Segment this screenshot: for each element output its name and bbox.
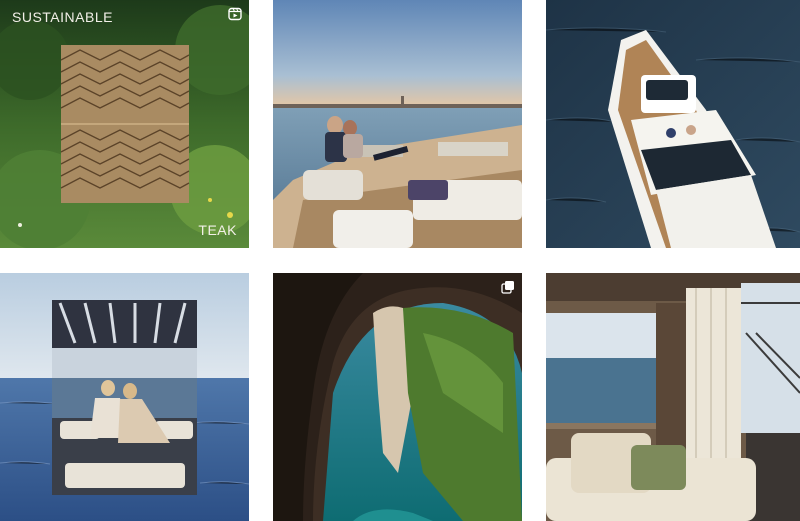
post-1-caption-top: SUSTAINABLE [12, 9, 113, 25]
post-2-image [273, 0, 522, 248]
grid-post-5[interactable] [273, 273, 522, 521]
grid-post-3[interactable] [546, 0, 800, 248]
grid-post-4[interactable] [0, 273, 249, 521]
post-1-image [0, 0, 249, 248]
post-5-image [273, 273, 522, 521]
post-4-image [0, 273, 249, 521]
grid-post-6[interactable] [546, 273, 800, 521]
post-6-image [546, 273, 800, 521]
post-1-caption-bottom: TEAK [198, 222, 237, 238]
post-3-image [546, 0, 800, 248]
carousel-icon [501, 281, 514, 294]
grid-post-2[interactable] [273, 0, 522, 248]
grid-post-1[interactable]: SUSTAINABLE TEAK [0, 0, 249, 248]
reel-icon [228, 7, 242, 21]
